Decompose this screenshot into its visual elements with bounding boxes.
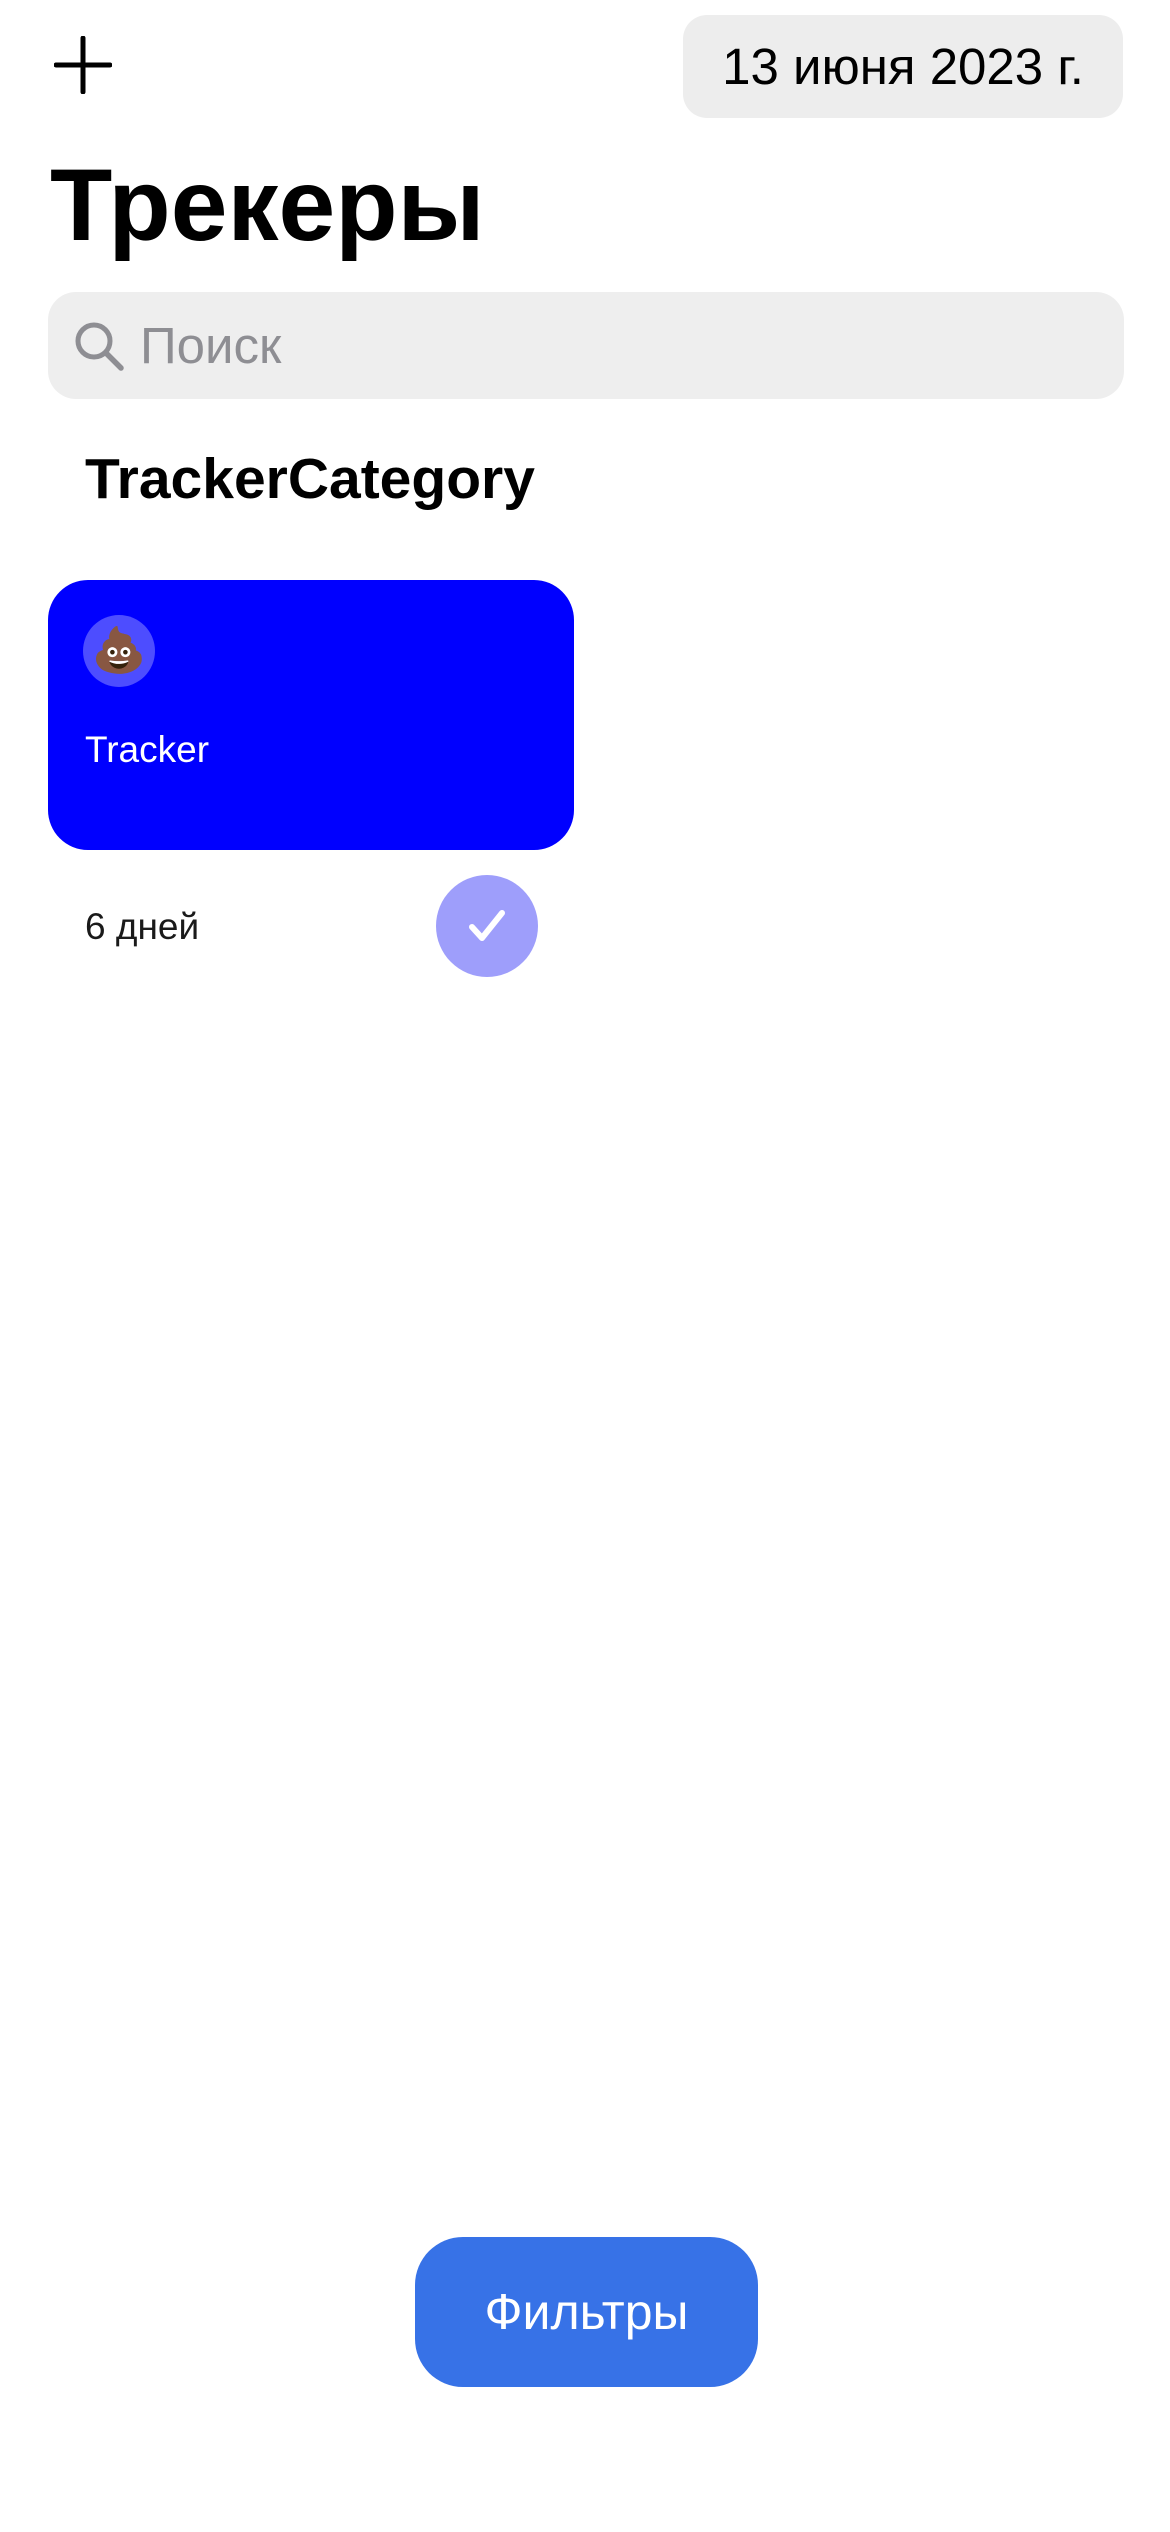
add-tracker-button[interactable] xyxy=(50,32,116,98)
filters-button[interactable]: Фильтры xyxy=(415,2237,758,2387)
search-bar[interactable] xyxy=(48,292,1124,399)
checkmark-icon xyxy=(469,910,505,941)
tracker-done-button[interactable] xyxy=(436,875,538,977)
tracker-days-count: 6 дней xyxy=(85,906,200,947)
poop-emoji-icon: 💩 xyxy=(91,626,147,675)
page-title: Трекеры xyxy=(50,148,485,262)
search-input[interactable] xyxy=(140,316,1040,375)
tracker-name: Tracker xyxy=(85,729,210,770)
date-picker-button[interactable]: 13 июня 2023 г. xyxy=(683,15,1123,118)
date-label: 13 июня 2023 г. xyxy=(722,38,1084,95)
category-title: TrackerCategory xyxy=(85,447,535,511)
tracker-card[interactable]: 💩 Tracker xyxy=(48,580,574,850)
plus-icon xyxy=(54,36,112,94)
tracker-emoji-badge: 💩 xyxy=(83,615,155,687)
search-icon xyxy=(72,319,126,373)
